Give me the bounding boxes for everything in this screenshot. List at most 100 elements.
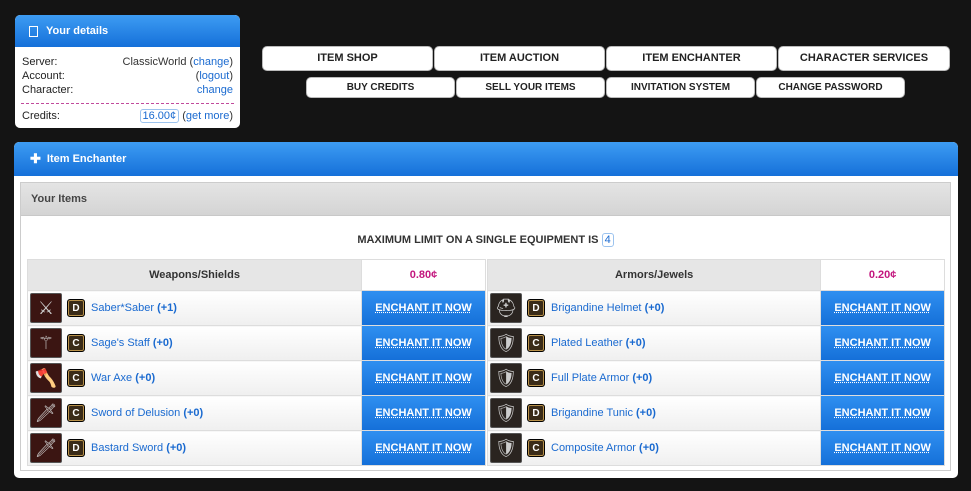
- item-name-link[interactable]: Brigandine Helmet (+0): [551, 302, 664, 314]
- grade-badge: D: [527, 299, 545, 317]
- details-header: Your details: [15, 15, 240, 47]
- enchant-now-button[interactable]: ENCHANT IT NOW: [362, 326, 485, 360]
- item-cell: 🪓 C War Axe (+0): [27, 360, 362, 396]
- item-cell: ⚚ C Sage's Staff (+0): [27, 325, 362, 361]
- item-row: 🪓 C War Axe (+0) ENCHANT IT NOW: [27, 360, 486, 396]
- logout-link[interactable]: logout: [199, 70, 229, 82]
- item-name-link[interactable]: Brigandine Tunic (+0): [551, 407, 656, 419]
- item-enchanter-panel: ✚ Item Enchanter Your Items MAXIMUM LIMI…: [14, 142, 958, 478]
- armor-icon: 🛡: [490, 328, 522, 358]
- item-enchant-level: (+0): [639, 442, 659, 454]
- grade-badge: C: [527, 439, 545, 457]
- item-row: ⚚ C Sage's Staff (+0) ENCHANT IT NOW: [27, 325, 486, 361]
- item-row: ⚔ D Saber*Saber (+1) ENCHANT IT NOW: [27, 290, 486, 326]
- max-limit-value: 4: [601, 233, 614, 247]
- item-row: 🗡 C Sword of Delusion (+0) ENCHANT IT NOW: [27, 395, 486, 431]
- item-name: Plated Leather: [551, 337, 623, 349]
- max-limit-text: MAXIMUM LIMIT ON A SINGLE EQUIPMENT IS: [357, 234, 599, 246]
- enchant-cell: ENCHANT IT NOW: [820, 325, 945, 361]
- sword-icon: 🗡: [30, 433, 62, 463]
- item-enchant-level: (+0): [644, 302, 665, 314]
- enchant-now-button[interactable]: ENCHANT IT NOW: [362, 396, 485, 430]
- enchant-now-button[interactable]: ENCHANT IT NOW: [821, 326, 944, 360]
- server-row: Server: ClassicWorld (change): [22, 56, 233, 68]
- your-items-box: Your Items MAXIMUM LIMIT ON A SINGLE EQU…: [20, 182, 951, 471]
- helmet-icon: ⛑: [490, 293, 522, 323]
- enchant-now-button[interactable]: ENCHANT IT NOW: [362, 291, 485, 325]
- armors-table: Armors/Jewels 0.20¢ ⛑ D Brigandine Helmet …: [486, 259, 945, 466]
- armors-price: 0.20¢: [820, 259, 945, 291]
- character-label: Character:: [22, 84, 74, 96]
- item-enchant-level: (+0): [625, 337, 646, 349]
- enchant-cell: ENCHANT IT NOW: [820, 430, 945, 466]
- enchant-cell: ENCHANT IT NOW: [820, 290, 945, 326]
- item-name-link[interactable]: War Axe (+0): [91, 372, 155, 384]
- item-row: 🛡 C Composite Armor (+0) ENCHANT IT NOW: [486, 430, 945, 466]
- item-name-link[interactable]: Plated Leather (+0): [551, 337, 646, 349]
- grade-badge: C: [67, 369, 85, 387]
- plus-icon: ✚: [30, 151, 41, 166]
- item-cell: 🗡 D Bastard Sword (+0): [27, 430, 362, 466]
- get-more-link[interactable]: get more: [186, 110, 229, 122]
- account-row: Account: (logout): [22, 70, 233, 82]
- item-name-link[interactable]: Sage's Staff (+0): [91, 337, 173, 349]
- nav-sell-items[interactable]: SELL YOUR ITEMS: [456, 77, 605, 98]
- nav-change-password[interactable]: CHANGE PASSWORD: [756, 77, 905, 98]
- account-label: Account:: [22, 70, 65, 82]
- item-enchant-level: (+0): [135, 372, 156, 384]
- nav-item-auction[interactable]: ITEM AUCTION: [434, 46, 605, 71]
- item-cell: 🛡 C Plated Leather (+0): [486, 325, 822, 361]
- enchant-cell: ENCHANT IT NOW: [361, 360, 486, 396]
- details-title: Your details: [46, 25, 109, 37]
- enchant-now-button[interactable]: ENCHANT IT NOW: [821, 431, 944, 465]
- enchant-now-button[interactable]: ENCHANT IT NOW: [821, 396, 944, 430]
- enchant-now-button[interactable]: ENCHANT IT NOW: [362, 361, 485, 395]
- item-cell: 🛡 C Full Plate Armor (+0): [486, 360, 822, 396]
- weapons-header: Weapons/Shields: [27, 259, 362, 291]
- nav-buy-credits[interactable]: BUY CREDITS: [306, 77, 455, 98]
- item-cell: ⛑ D Brigandine Helmet (+0): [486, 290, 822, 326]
- enchant-cell: ENCHANT IT NOW: [361, 290, 486, 326]
- item-name-link[interactable]: Saber*Saber (+1): [91, 302, 177, 314]
- item-name: Saber*Saber: [91, 302, 154, 314]
- enchant-cell: ENCHANT IT NOW: [361, 395, 486, 431]
- change-character-link[interactable]: change: [197, 84, 233, 96]
- axe-icon: 🪓: [30, 363, 62, 393]
- document-icon: [29, 25, 38, 37]
- item-cell: 🛡 D Brigandine Tunic (+0): [486, 395, 822, 431]
- nav-character-services[interactable]: CHARACTER SERVICES: [778, 46, 950, 71]
- item-name-link[interactable]: Full Plate Armor (+0): [551, 372, 652, 384]
- character-row: Character: change: [15, 83, 240, 97]
- nav-item-shop[interactable]: ITEM SHOP: [262, 46, 433, 71]
- item-enchant-level: (+0): [636, 407, 656, 419]
- item-name-link[interactable]: Bastard Sword (+0): [91, 442, 186, 454]
- max-limit-notice: MAXIMUM LIMIT ON A SINGLE EQUIPMENT IS 4: [21, 233, 950, 247]
- item-name: Sword of Delusion: [91, 407, 181, 419]
- armor-icon: 🛡: [490, 398, 522, 428]
- item-name-link[interactable]: Composite Armor (+0): [551, 442, 659, 454]
- grade-badge: C: [67, 334, 85, 352]
- change-server-link[interactable]: change: [193, 56, 229, 68]
- credits-value: 16.00¢: [139, 109, 180, 123]
- enchant-now-button[interactable]: ENCHANT IT NOW: [821, 291, 944, 325]
- sword-icon: 🗡: [30, 398, 62, 428]
- item-cell: 🗡 C Sword of Delusion (+0): [27, 395, 362, 431]
- enchanter-title: Item Enchanter: [46, 153, 127, 165]
- enchant-cell: ENCHANT IT NOW: [820, 360, 945, 396]
- server-label: Server:: [22, 56, 58, 68]
- enchant-now-button[interactable]: ENCHANT IT NOW: [362, 431, 485, 465]
- nav-item-enchanter[interactable]: ITEM ENCHANTER: [606, 46, 777, 71]
- nav-invitation-system[interactable]: INVITATION SYSTEM: [606, 77, 755, 98]
- staff-icon: ⚚: [30, 328, 62, 358]
- item-name-link[interactable]: Sword of Delusion (+0): [91, 407, 203, 419]
- item-name: Bastard Sword: [91, 442, 164, 454]
- enchant-now-button[interactable]: ENCHANT IT NOW: [821, 361, 944, 395]
- enchant-cell: ENCHANT IT NOW: [361, 430, 486, 466]
- grade-badge: C: [527, 369, 545, 387]
- credits-row: Credits: 16.00¢ (get more): [22, 109, 233, 123]
- item-enchant-level: (+0): [183, 407, 204, 419]
- grade-badge: C: [527, 334, 545, 352]
- item-name: Composite Armor: [551, 442, 636, 454]
- grade-badge: D: [67, 299, 85, 317]
- item-cell: 🛡 C Composite Armor (+0): [486, 430, 822, 466]
